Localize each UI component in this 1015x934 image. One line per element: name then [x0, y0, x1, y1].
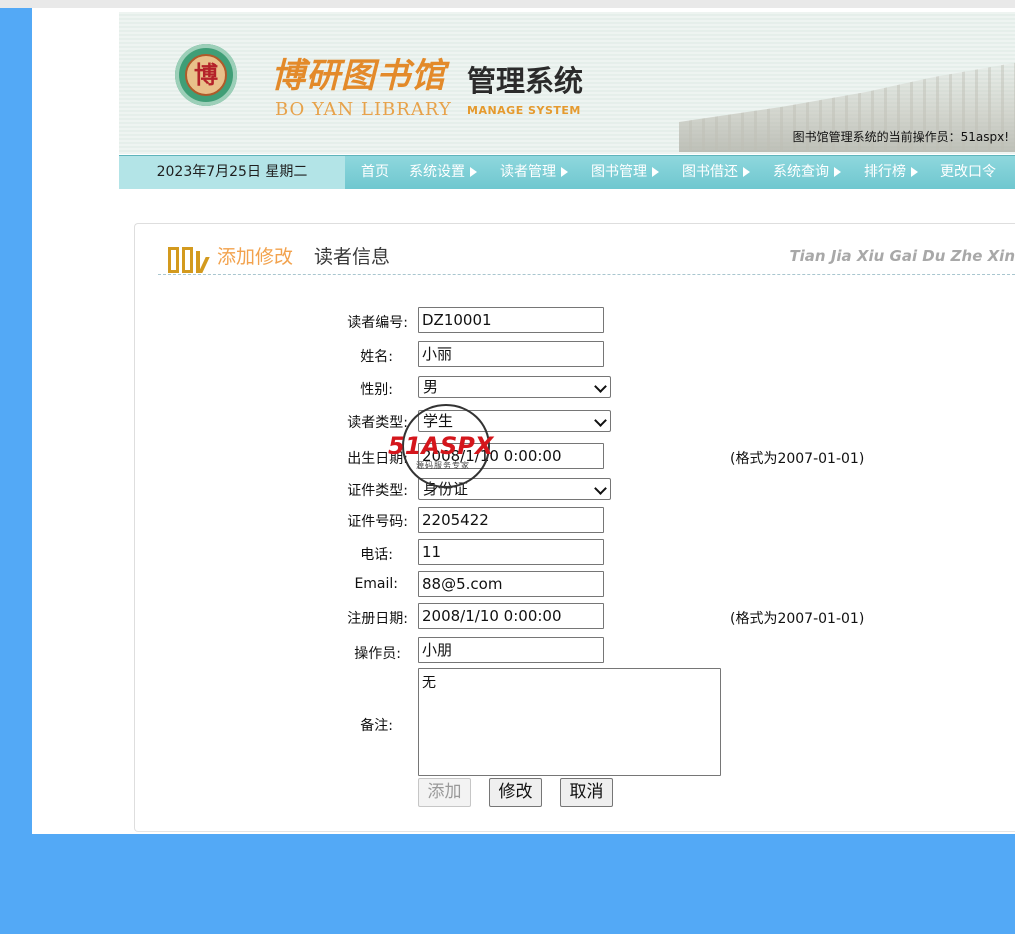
submenu-arrow-icon: [911, 167, 918, 177]
submenu-arrow-icon: [470, 167, 477, 177]
nav-label: 系统查询: [773, 164, 829, 180]
nav-label: 图书管理: [591, 164, 647, 180]
submenu-arrow-icon: [834, 167, 841, 177]
operator-input[interactable]: 小朋: [418, 637, 604, 663]
library-seal-logo: 博: [175, 44, 237, 106]
submenu-arrow-icon: [561, 167, 568, 177]
register-date-label: 注册日期:: [347, 611, 408, 627]
chevron-down-icon: [594, 414, 607, 427]
cancel-button[interactable]: 取消: [560, 778, 613, 807]
email-input[interactable]: 88@5.com: [418, 571, 604, 597]
logo-english-subtitle: MANAGE SYSTEM: [467, 104, 581, 117]
reader-type-select[interactable]: 学生: [418, 410, 611, 432]
nav-item-borrow-return[interactable]: 图书借还: [682, 156, 750, 189]
current-operator-text: 图书馆管理系统的当前操作员：51aspx!: [792, 130, 1009, 144]
name-input[interactable]: 小丽: [418, 341, 604, 367]
seal-char: 博: [185, 54, 227, 96]
gender-select[interactable]: 男: [418, 376, 611, 398]
id-type-value: 身份证: [423, 480, 469, 498]
submenu-arrow-icon: [743, 167, 750, 177]
section-title-highlight: 添加修改: [217, 246, 294, 268]
nav-label: 读者管理: [500, 164, 556, 180]
register-date-input[interactable]: 2008/1/10 0:00:00: [418, 603, 604, 629]
reader-type-value: 学生: [423, 412, 454, 430]
nav-item-system-query[interactable]: 系统查询: [773, 156, 841, 189]
gender-label: 性别:: [360, 382, 393, 398]
email-label: Email:: [354, 576, 398, 592]
birth-date-format-hint: (格式为2007-01-01): [730, 451, 865, 467]
nav-label: 更改口令: [940, 164, 996, 180]
gender-value: 男: [423, 378, 439, 396]
columns-icon: [164, 245, 212, 273]
nav-item-home[interactable]: 首页: [361, 156, 389, 189]
remark-textarea[interactable]: 无: [418, 668, 721, 776]
submenu-arrow-icon: [652, 167, 659, 177]
nav-item-reader-management[interactable]: 读者管理: [500, 156, 568, 189]
reader-id-input[interactable]: DZ10001: [418, 307, 604, 333]
remark-label: 备注:: [360, 718, 393, 734]
id-type-select[interactable]: 身份证: [418, 478, 611, 500]
nav-item-book-management[interactable]: 图书管理: [591, 156, 659, 189]
site-banner: 博 博研图书馆 管理系统 BO YAN LIBRARY MANAGE SYSTE…: [119, 12, 1015, 154]
icon-bar: [182, 247, 193, 273]
browser-top-strip: [0, 0, 1015, 8]
reader-id-label: 读者编号:: [347, 315, 408, 331]
chevron-down-icon: [594, 482, 607, 495]
nav-item-system-settings[interactable]: 系统设置: [409, 156, 477, 189]
operator-label: 操作员:: [354, 646, 401, 662]
name-label: 姓名:: [360, 349, 393, 365]
reader-type-label: 读者类型:: [347, 415, 408, 431]
chevron-down-icon: [594, 380, 607, 393]
nav-item-change-password[interactable]: 更改口令: [940, 156, 996, 189]
logo-english-name: BO YAN LIBRARY: [275, 99, 452, 120]
id-type-label: 证件类型:: [347, 483, 408, 499]
logo-chinese-name: 博研图书馆: [271, 56, 446, 96]
register-date-format-hint: (格式为2007-01-01): [730, 611, 865, 627]
section-title: 读者信息: [314, 246, 391, 268]
nav-label: 首页: [361, 164, 389, 180]
birth-date-input[interactable]: 2008/1/10 0:00:00: [418, 443, 604, 469]
section-title-bar: 添加修改 读者信息 Tian Jia Xiu Gai Du Zhe Xin: [158, 240, 1015, 275]
phone-input[interactable]: 11: [418, 539, 604, 565]
logo-system-name: 管理系统: [467, 64, 584, 98]
phone-label: 电话:: [360, 547, 393, 563]
id-number-input[interactable]: 2205422: [418, 507, 604, 533]
nav-label: 图书借还: [682, 164, 738, 180]
current-date: 2023年7月25日 星期二: [119, 156, 345, 189]
id-number-label: 证件号码:: [347, 514, 408, 530]
section-title-pinyin: Tian Jia Xiu Gai Du Zhe Xin: [789, 247, 1015, 265]
main-nav: 2023年7月25日 星期二 首页 系统设置 读者管理 图书管理 图书借还 系统…: [119, 155, 1015, 189]
add-button[interactable]: 添加: [418, 778, 471, 807]
icon-bar: [168, 247, 179, 273]
nav-label: 系统设置: [409, 164, 465, 180]
nav-item-ranking[interactable]: 排行榜: [864, 156, 918, 189]
nav-label: 排行榜: [864, 164, 906, 180]
birth-date-label: 出生日期:: [347, 451, 408, 467]
modify-button[interactable]: 修改: [489, 778, 542, 807]
